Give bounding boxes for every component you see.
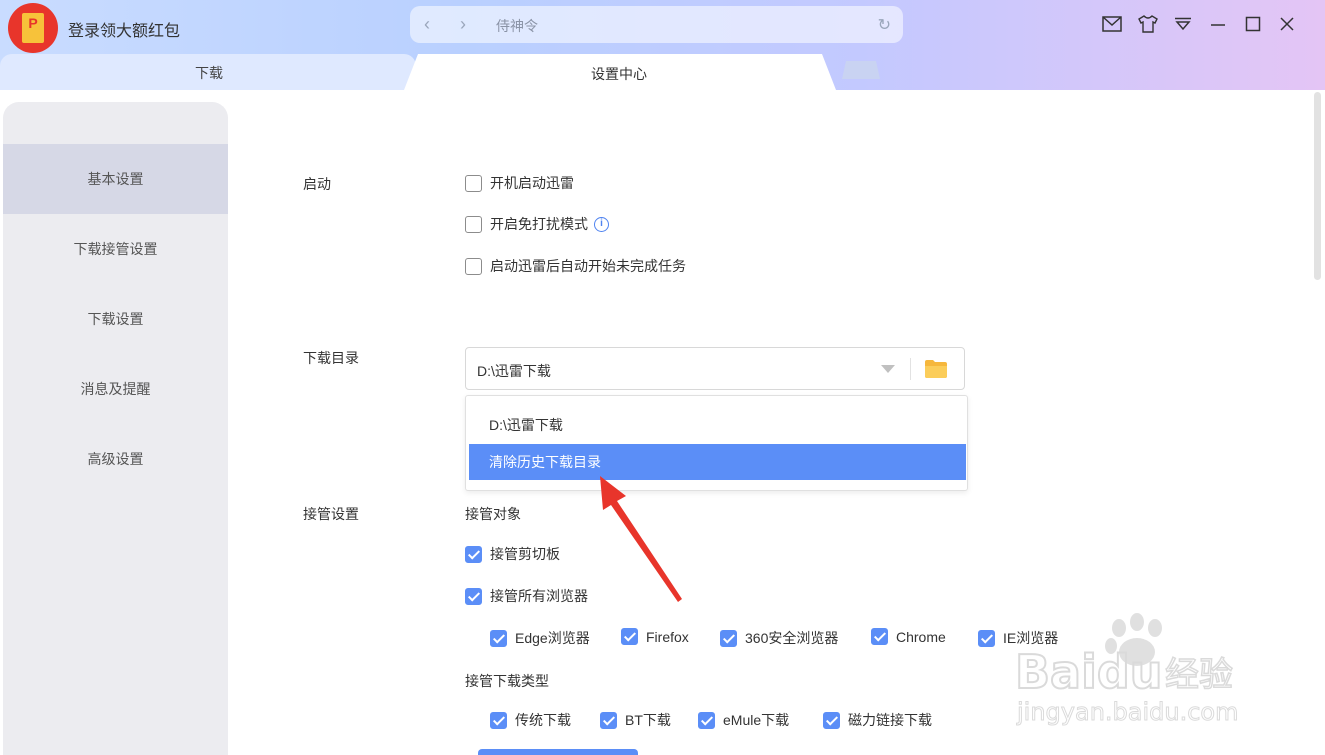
- save-button[interactable]: [478, 749, 638, 755]
- browser-firefox-label: Firefox: [646, 628, 689, 645]
- chevron-down-icon[interactable]: [881, 365, 895, 373]
- menu-dropdown-icon[interactable]: [1173, 14, 1193, 34]
- sidebar-item-basic[interactable]: 基本设置: [3, 144, 228, 214]
- sidebar-item-advanced[interactable]: 高级设置: [3, 424, 228, 494]
- tab-download-label: 下载: [195, 65, 223, 81]
- takeover-label: 接管设置: [303, 506, 359, 522]
- close-icon[interactable]: [1277, 14, 1297, 34]
- dnd-checkbox[interactable]: [465, 215, 482, 233]
- type-bt-checkbox[interactable]: [600, 711, 617, 729]
- minimize-icon[interactable]: [1208, 14, 1228, 34]
- type-traditional-label: 传统下载: [515, 712, 571, 728]
- sidebar-item-takeover[interactable]: 下载接管设置: [3, 214, 228, 284]
- takeover-objects-title: 接管对象: [465, 506, 521, 522]
- browser-ie-checkbox[interactable]: [978, 629, 995, 647]
- info-icon[interactable]: i: [594, 216, 609, 232]
- tab-settings[interactable]: 设置中心: [404, 54, 836, 90]
- watermark-brand: Baidu: [1015, 645, 1163, 699]
- browser-chrome-label: Chrome: [896, 628, 946, 645]
- baidu-watermark: Baidu 经验 jingyan.baidu.com: [1015, 613, 1239, 727]
- clipboard-label: 接管剪切板: [490, 546, 560, 562]
- autostart-label: 开机启动迅雷: [490, 175, 574, 191]
- all-browsers-checkbox[interactable]: [465, 587, 482, 605]
- clear-history-option[interactable]: 清除历史下载目录: [469, 444, 966, 480]
- divider: [910, 358, 911, 380]
- type-emule-checkbox[interactable]: [698, 711, 715, 729]
- autostart-option[interactable]: 开机启动迅雷: [465, 173, 574, 193]
- dnd-option[interactable]: 开启免打扰模式 i: [465, 214, 609, 234]
- folder-icon[interactable]: [924, 359, 948, 379]
- startup-label: 启动: [303, 176, 331, 192]
- download-dir-value: D:\迅雷下载: [477, 363, 551, 379]
- browser-chrome-checkbox[interactable]: [871, 628, 888, 645]
- search-bar[interactable]: ‹ › 侍神令 ↻: [410, 6, 903, 43]
- forward-icon[interactable]: ›: [460, 14, 466, 34]
- scrollbar-thumb[interactable]: [1314, 92, 1321, 280]
- watermark-url: jingyan.baidu.com: [1016, 698, 1238, 726]
- browser-firefox-option[interactable]: Firefox: [621, 628, 689, 645]
- type-emule-option[interactable]: eMule下载: [698, 710, 789, 730]
- download-dir-select[interactable]: D:\迅雷下载: [465, 347, 965, 390]
- search-input[interactable]: 侍神令: [496, 16, 538, 36]
- browser-360-checkbox[interactable]: [720, 629, 737, 647]
- dnd-label: 开启免打扰模式: [490, 216, 588, 232]
- resume-option[interactable]: 启动迅雷后自动开始未完成任务: [465, 256, 686, 276]
- app-logo[interactable]: P: [8, 3, 58, 53]
- sidebar-item-download[interactable]: 下载设置: [3, 284, 228, 354]
- resume-label: 启动迅雷后自动开始未完成任务: [490, 258, 686, 274]
- browser-firefox-checkbox[interactable]: [621, 628, 638, 645]
- login-promo-link[interactable]: 登录领大额红包: [68, 17, 180, 41]
- type-bt-option[interactable]: BT下载: [600, 710, 671, 730]
- title-bar: P 登录领大额红包 ‹ › 侍神令 ↻ 下载 设置中心: [0, 0, 1325, 90]
- autostart-checkbox[interactable]: [465, 174, 482, 192]
- new-tab-button[interactable]: [842, 61, 880, 79]
- type-magnet-label: 磁力链接下载: [848, 712, 932, 728]
- download-dir-dropdown: D:\迅雷下载 清除历史下载目录: [465, 395, 968, 491]
- browser-360-option[interactable]: 360安全浏览器: [720, 628, 838, 648]
- all-browsers-label: 接管所有浏览器: [490, 588, 588, 604]
- takeover-types-title: 接管下载类型: [465, 673, 549, 689]
- sidebar-item-notifications[interactable]: 消息及提醒: [3, 354, 228, 424]
- type-magnet-checkbox[interactable]: [823, 711, 840, 729]
- back-icon[interactable]: ‹: [424, 14, 430, 34]
- download-dir-label: 下载目录: [303, 350, 359, 366]
- type-traditional-option[interactable]: 传统下载: [490, 710, 571, 730]
- tab-download[interactable]: 下载: [0, 54, 416, 90]
- all-browsers-option[interactable]: 接管所有浏览器: [465, 586, 588, 606]
- type-traditional-checkbox[interactable]: [490, 711, 507, 729]
- browser-edge-label: Edge浏览器: [515, 630, 590, 646]
- skin-shirt-icon[interactable]: [1138, 14, 1158, 34]
- browser-edge-checkbox[interactable]: [490, 629, 507, 647]
- refresh-icon[interactable]: ↻: [878, 15, 891, 35]
- clipboard-option[interactable]: 接管剪切板: [465, 544, 560, 564]
- type-emule-label: eMule下载: [723, 712, 790, 728]
- resume-checkbox[interactable]: [465, 257, 482, 275]
- type-bt-label: BT下载: [625, 712, 671, 728]
- settings-sidebar: 基本设置 下载接管设置 下载设置 消息及提醒 高级设置: [3, 102, 228, 755]
- dropdown-option[interactable]: D:\迅雷下载: [469, 407, 966, 443]
- watermark-product: 经验: [1165, 655, 1233, 695]
- clipboard-checkbox[interactable]: [465, 545, 482, 563]
- annotation-arrow: [600, 476, 682, 602]
- logo-char: P: [28, 15, 38, 31]
- red-envelope-icon: P: [22, 13, 44, 43]
- browser-edge-option[interactable]: Edge浏览器: [490, 628, 590, 648]
- type-magnet-option[interactable]: 磁力链接下载: [823, 710, 932, 730]
- maximize-icon[interactable]: [1243, 14, 1263, 34]
- mail-icon[interactable]: [1102, 14, 1122, 34]
- browser-360-label: 360安全浏览器: [745, 630, 839, 646]
- tab-settings-label: 设置中心: [591, 66, 647, 82]
- browser-chrome-option[interactable]: Chrome: [871, 628, 946, 645]
